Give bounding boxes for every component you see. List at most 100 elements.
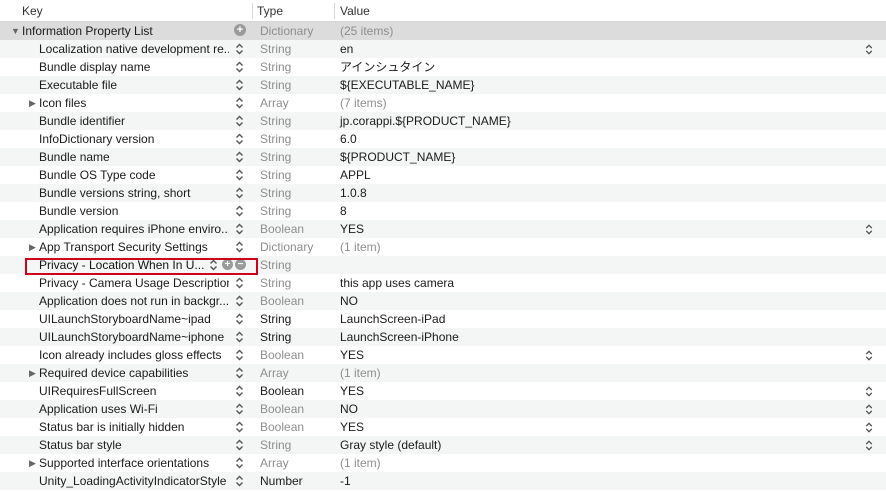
row-type[interactable]: String: [260, 202, 291, 220]
value-popup-stepper-icon[interactable]: [864, 385, 874, 398]
add-item-icon[interactable]: +: [234, 24, 246, 36]
table-row[interactable]: UILaunchStoryboardName~iphone String Launc…: [0, 328, 886, 346]
row-type[interactable]: String: [260, 310, 291, 328]
table-row[interactable]: Bundle display name String アインシュタイン: [0, 58, 886, 76]
value-popup-stepper-icon[interactable]: [864, 349, 874, 362]
table-row[interactable]: ▶ Icon files Array (7 items): [0, 94, 886, 112]
add-row-icon[interactable]: +: [222, 259, 233, 270]
disclosure-expanded-icon[interactable]: ▼: [11, 22, 20, 40]
remove-row-icon[interactable]: −: [235, 259, 246, 270]
value-popup-stepper-icon[interactable]: [864, 223, 874, 236]
table-row[interactable]: Application does not run in backgr... Boo…: [0, 292, 886, 310]
row-type[interactable]: Boolean: [260, 418, 304, 436]
row-type[interactable]: Array: [260, 454, 289, 472]
table-row[interactable]: Status bar is initially hidden Boolean YES: [0, 418, 886, 436]
key-stepper-icon[interactable]: [233, 96, 246, 110]
table-row[interactable]: Application requires iPhone enviro... Boo…: [0, 220, 886, 238]
row-value[interactable]: -1: [340, 472, 351, 490]
row-value[interactable]: en: [340, 40, 353, 58]
key-stepper-icon[interactable]: [233, 222, 246, 236]
row-type[interactable]: String: [260, 166, 291, 184]
type-column-header[interactable]: Type: [257, 0, 283, 22]
key-stepper-icon[interactable]: [233, 276, 246, 290]
table-row[interactable]: InfoDictionary version String 6.0: [0, 130, 886, 148]
key-stepper-icon[interactable]: [233, 150, 246, 164]
column-divider[interactable]: [252, 3, 253, 19]
table-row[interactable]: Privacy - Camera Usage Description String…: [0, 274, 886, 292]
key-stepper-icon[interactable]: [233, 168, 246, 182]
table-row[interactable]: Bundle name String ${PRODUCT_NAME}: [0, 148, 886, 166]
key-stepper-icon[interactable]: [233, 474, 246, 488]
row-type[interactable]: String: [260, 58, 291, 76]
row-value[interactable]: APPL: [340, 166, 371, 184]
row-value[interactable]: 8: [340, 202, 347, 220]
table-row[interactable]: ▶ Required device capabilities Array (1 ite…: [0, 364, 886, 382]
row-type[interactable]: Boolean: [260, 292, 304, 310]
table-row[interactable]: Status bar style String Gray style (defaul…: [0, 436, 886, 454]
value-column-header[interactable]: Value: [340, 0, 370, 22]
table-row[interactable]: Bundle OS Type code String APPL: [0, 166, 886, 184]
table-row[interactable]: Localization native development re... Str…: [0, 40, 886, 58]
row-value[interactable]: YES: [340, 220, 364, 238]
disclosure-collapsed-icon[interactable]: ▶: [29, 238, 36, 256]
key-edit-field[interactable]: Privacy - Location When In U...: [39, 256, 211, 274]
disclosure-collapsed-icon[interactable]: ▶: [29, 364, 36, 382]
table-row[interactable]: Executable file String ${EXECUTABLE_NAME}: [0, 76, 886, 94]
table-row[interactable]: UILaunchStoryboardName~ipad String LaunchS…: [0, 310, 886, 328]
row-type[interactable]: String: [260, 148, 291, 166]
row-value[interactable]: アインシュタイン: [340, 58, 435, 76]
table-row[interactable]: Unity_LoadingActivityIndicatorStyle Numbe…: [0, 472, 886, 490]
row-value[interactable]: NO: [340, 400, 358, 418]
row-type[interactable]: String: [260, 184, 291, 202]
row-type[interactable]: Boolean: [260, 346, 304, 364]
row-value[interactable]: ${PRODUCT_NAME}: [340, 148, 455, 166]
key-stepper-icon[interactable]: [233, 348, 246, 362]
key-stepper-icon[interactable]: [233, 366, 246, 380]
table-row[interactable]: UIRequiresFullScreen Boolean YES: [0, 382, 886, 400]
row-value[interactable]: YES: [340, 346, 364, 364]
key-stepper-icon[interactable]: [233, 456, 246, 470]
row-value[interactable]: this app uses camera: [340, 274, 454, 292]
row-type[interactable]: Array: [260, 364, 289, 382]
key-stepper-icon[interactable]: [233, 42, 246, 56]
key-stepper-icon[interactable]: [233, 114, 246, 128]
key-stepper-icon[interactable]: [233, 384, 246, 398]
key-stepper-icon[interactable]: [233, 240, 246, 254]
row-value[interactable]: jp.corappi.${PRODUCT_NAME}: [340, 112, 511, 130]
table-row[interactable]: ▶ App Transport Security Settings Dictiona…: [0, 238, 886, 256]
row-value[interactable]: ${EXECUTABLE_NAME}: [340, 76, 475, 94]
disclosure-collapsed-icon[interactable]: ▶: [29, 454, 36, 472]
table-row[interactable]: Bundle identifier String jp.corappi.${PROD…: [0, 112, 886, 130]
row-type[interactable]: Boolean: [260, 220, 304, 238]
row-value[interactable]: (7 items): [340, 94, 387, 112]
column-divider[interactable]: [334, 3, 335, 19]
key-stepper-icon[interactable]: [233, 78, 246, 92]
row-value[interactable]: (1 item): [340, 454, 381, 472]
key-stepper-icon[interactable]: [233, 420, 246, 434]
row-value[interactable]: (1 item): [340, 238, 381, 256]
row-type[interactable]: String: [260, 76, 291, 94]
row-type[interactable]: Dictionary: [260, 22, 313, 40]
row-type[interactable]: String: [260, 328, 291, 346]
row-type[interactable]: String: [260, 112, 291, 130]
key-stepper-icon[interactable]: [208, 258, 219, 272]
table-row[interactable]: Application uses Wi-Fi Boolean NO: [0, 400, 886, 418]
table-row[interactable]: ▶ Supported interface orientations Array (1…: [0, 454, 886, 472]
key-stepper-icon[interactable]: [233, 330, 246, 344]
disclosure-collapsed-icon[interactable]: ▶: [29, 94, 36, 112]
key-stepper-icon[interactable]: [233, 204, 246, 218]
value-popup-stepper-icon[interactable]: [864, 421, 874, 434]
key-stepper-icon[interactable]: [233, 186, 246, 200]
row-value[interactable]: YES: [340, 418, 364, 436]
key-stepper-icon[interactable]: [233, 438, 246, 452]
key-stepper-icon[interactable]: [233, 60, 246, 74]
value-popup-stepper-icon[interactable]: [864, 43, 874, 56]
row-type[interactable]: String: [260, 256, 291, 274]
row-type[interactable]: Boolean: [260, 382, 304, 400]
row-value[interactable]: YES: [340, 382, 364, 400]
row-value[interactable]: 6.0: [340, 130, 357, 148]
row-type[interactable]: String: [260, 436, 291, 454]
row-type[interactable]: Array: [260, 94, 289, 112]
table-row[interactable]: Icon already includes gloss effects Boole…: [0, 346, 886, 364]
row-type[interactable]: Dictionary: [260, 238, 313, 256]
